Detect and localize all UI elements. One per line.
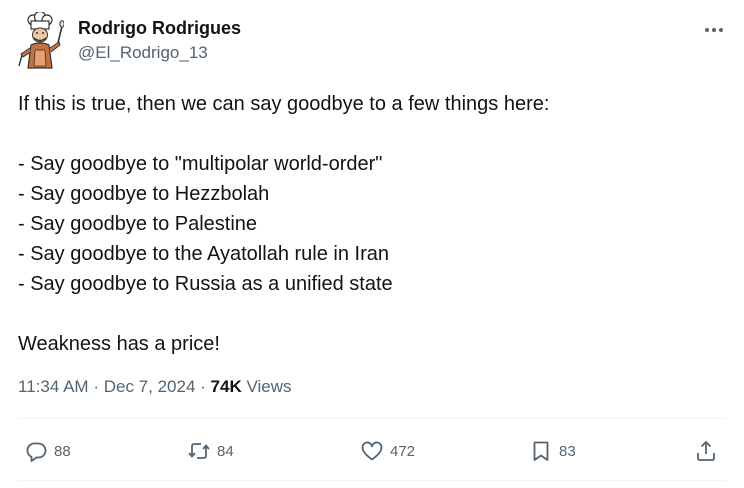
bookmark-button[interactable]: 83	[529, 432, 576, 470]
like-count: 472	[390, 442, 416, 460]
tweet-line: - Say goodbye to the Ayatollah rule in I…	[18, 243, 389, 265]
tweet-time[interactable]: 11:34 AM	[18, 377, 89, 396]
divider	[18, 418, 726, 419]
tweet-line: - Say goodbye to Palestine	[18, 213, 258, 235]
bookmark-icon	[533, 441, 549, 461]
repost-icon	[188, 443, 210, 459]
meta-separator: ·	[93, 377, 99, 396]
repost-count: 84	[217, 442, 234, 460]
tweet-line: Weakness has a price!	[18, 333, 220, 355]
meta-separator: ·	[200, 377, 206, 396]
chef-avatar-icon	[18, 10, 65, 69]
tweet-meta: 11:34 AM · Dec 7, 2024 · 74K Views	[18, 376, 292, 398]
more-options-button[interactable]	[697, 16, 731, 44]
repost-button[interactable]: 84	[187, 432, 234, 470]
action-bar: 88 84 472 83	[0, 432, 744, 470]
tweet-date[interactable]: Dec 7, 2024	[104, 377, 196, 396]
reply-button[interactable]: 88	[24, 432, 71, 470]
share-button[interactable]	[694, 432, 718, 470]
tweet-line: - Say goodbye to Russia as a unified sta…	[18, 273, 393, 295]
views-label: Views	[246, 377, 292, 396]
avatar[interactable]	[16, 10, 65, 70]
more-horizontal-icon	[705, 28, 723, 32]
tweet-text: If this is true, then we can say goodbye…	[18, 89, 718, 359]
share-icon	[697, 441, 715, 461]
tweet-line: If this is true, then we can say goodbye…	[18, 93, 550, 115]
like-button[interactable]: 472	[360, 432, 415, 470]
tweet: Rodrigo Rodrigues @El_Rodrigo_13 If this…	[0, 0, 744, 488]
views-count[interactable]: 74K	[211, 377, 242, 396]
divider	[18, 480, 726, 481]
tweet-line: - Say goodbye to Hezzbolah	[18, 183, 270, 205]
author-name[interactable]: Rodrigo Rodrigues	[78, 17, 241, 39]
reply-icon	[26, 442, 47, 462]
author-handle[interactable]: @El_Rodrigo_13	[78, 42, 208, 64]
tweet-line: - Say goodbye to "multipolar world-order…	[18, 153, 383, 175]
bookmark-count: 83	[559, 442, 576, 460]
heart-icon	[361, 441, 383, 461]
reply-count: 88	[54, 442, 71, 460]
